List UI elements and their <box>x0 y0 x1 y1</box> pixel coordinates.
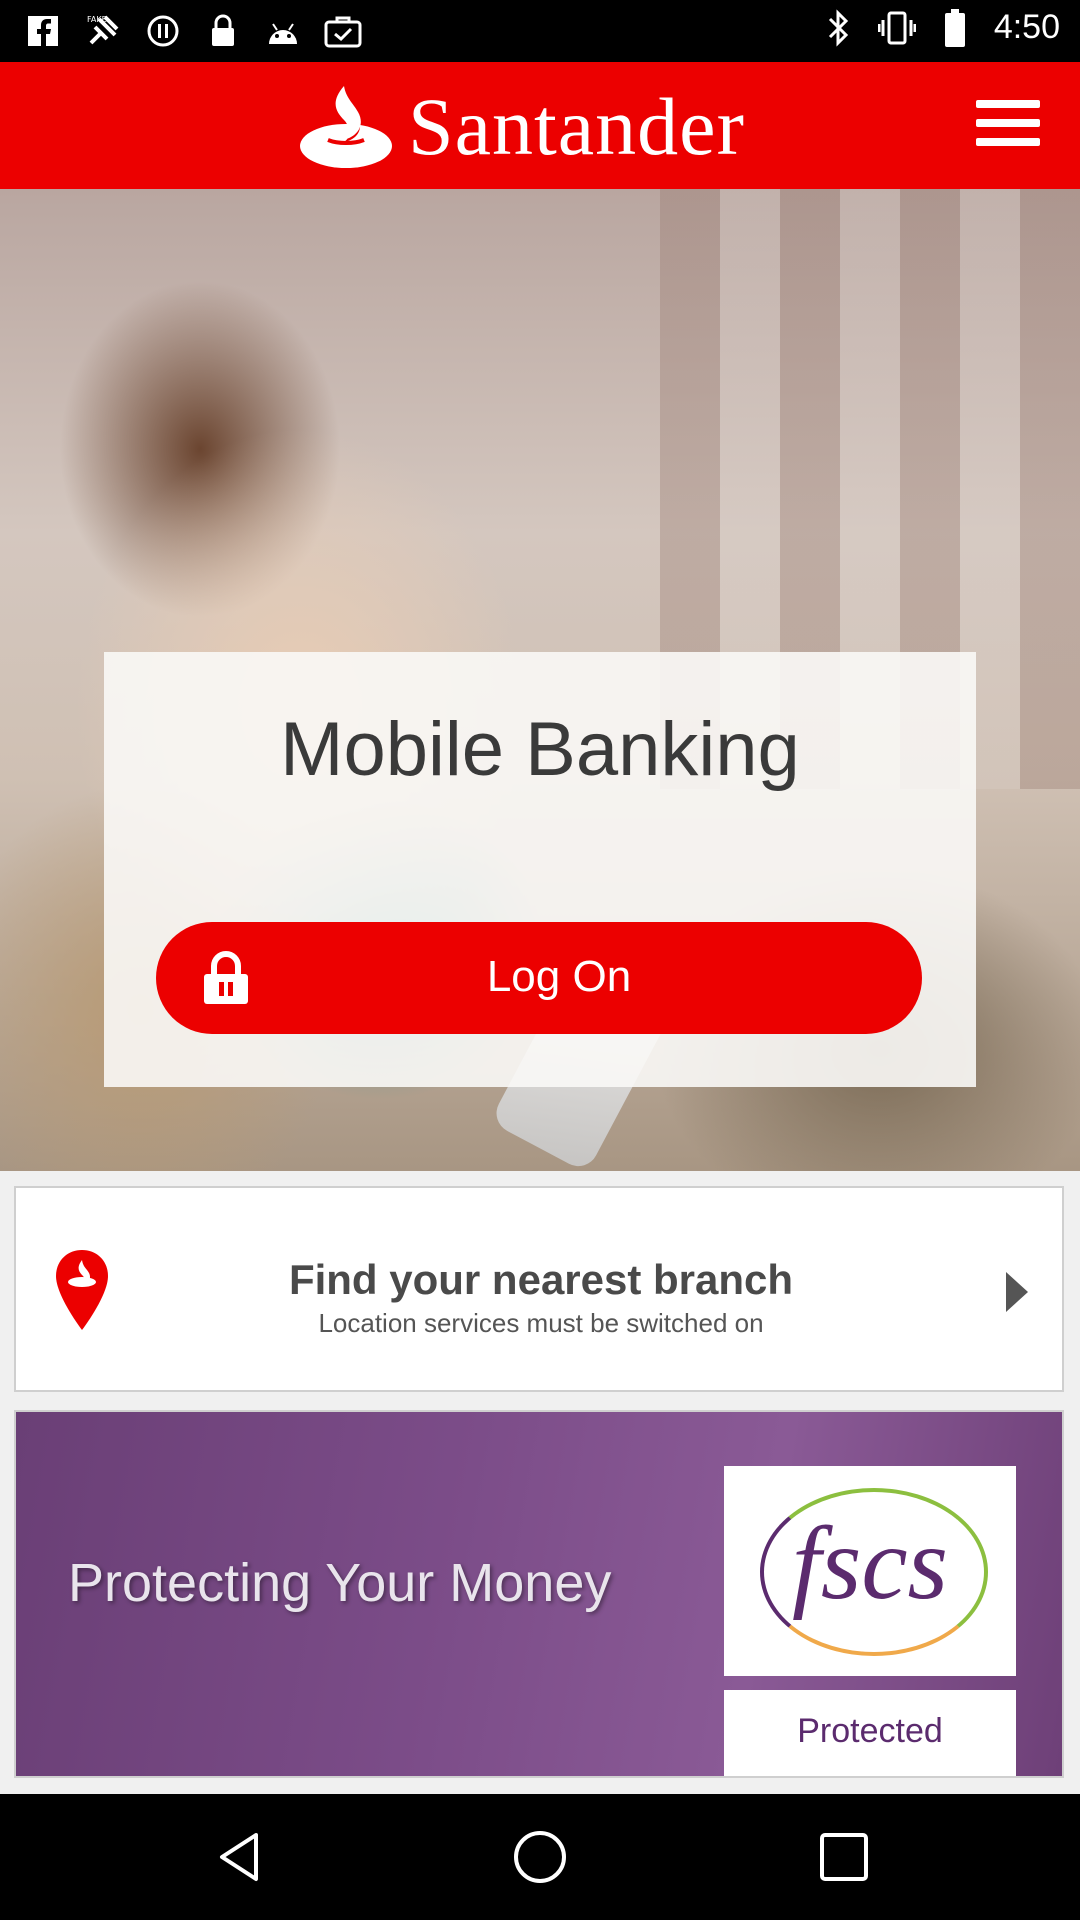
android-icon <box>264 12 302 50</box>
page-title: Mobile Banking <box>280 707 800 792</box>
brand-name: Santander <box>408 81 745 172</box>
fscs-logo-text: fscs <box>792 1506 948 1621</box>
santander-flame-icon <box>300 86 392 168</box>
lock-icon <box>204 12 242 50</box>
fscs-protected-label: Protected <box>797 1712 943 1750</box>
status-left-icons: FAKE <box>24 12 362 50</box>
fscs-protected-box: Protected <box>724 1690 1016 1776</box>
hero-banner: Mobile Banking Log On <box>0 189 1080 1171</box>
status-right-icons: 4:50 <box>820 8 1060 47</box>
facebook-icon <box>24 12 62 50</box>
home-icon[interactable] <box>510 1827 570 1887</box>
log-on-button[interactable]: Log On <box>156 922 922 1034</box>
app-header: Santander <box>0 62 1080 189</box>
hamburger-menu-icon[interactable] <box>976 100 1040 148</box>
briefcase-check-icon <box>324 12 362 50</box>
back-icon[interactable] <box>210 1827 270 1887</box>
branch-title: Find your nearest branch <box>288 1256 794 1303</box>
fake-gps-icon: FAKE <box>84 12 122 50</box>
bluetooth-icon <box>820 8 858 47</box>
fscs-banner[interactable]: Protecting Your Money fscs Protected <box>14 1410 1064 1778</box>
branch-subtitle: Location services must be switched on <box>318 1308 764 1338</box>
status-time: 4:50 <box>993 8 1060 46</box>
pause-circle-icon <box>144 12 182 50</box>
fscs-logo: fscs <box>724 1466 1016 1676</box>
fscs-headline: Protecting Your Money <box>68 1553 612 1613</box>
svg-text:FAKE: FAKE <box>87 15 107 24</box>
status-bar: FAKE 4:50 <box>0 0 1080 62</box>
battery-icon <box>936 8 974 47</box>
recents-icon[interactable] <box>814 1827 874 1887</box>
log-on-label: Log On <box>486 952 632 1001</box>
login-card: Mobile Banking Log On <box>104 652 976 1087</box>
santander-logo: Santander <box>298 84 745 170</box>
vibrate-icon <box>877 9 916 47</box>
find-branch-card[interactable]: Find your nearest branch Location servic… <box>14 1186 1064 1392</box>
chevron-right-icon <box>1006 1272 1028 1312</box>
system-nav-bar <box>0 1794 1080 1920</box>
